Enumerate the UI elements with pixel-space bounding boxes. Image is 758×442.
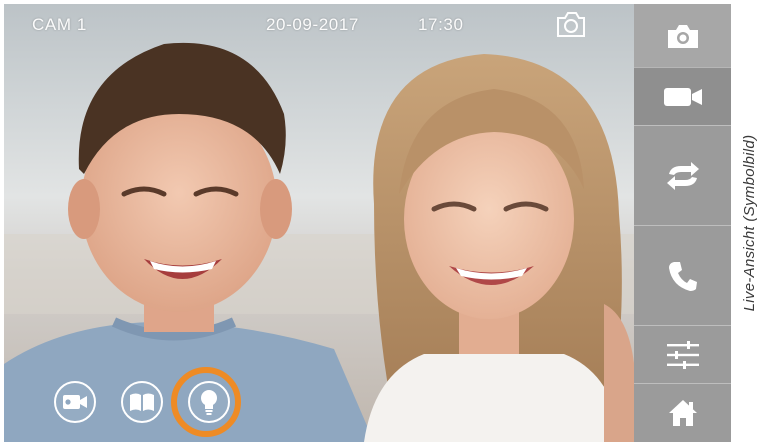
switch-camera-button[interactable]: [634, 125, 731, 225]
camera-icon: [667, 24, 698, 48]
book-icon: [130, 393, 154, 411]
video-camera-button[interactable]: [54, 381, 96, 423]
phone-icon: [668, 261, 697, 291]
take-photo-button[interactable]: [634, 4, 731, 67]
info-bar: CAM 1 20-09-2017 17:30: [4, 4, 634, 44]
home-button[interactable]: [634, 383, 731, 442]
live-video-image: [4, 42, 634, 442]
camera-live-view: CAM 1 20-09-2017 17:30: [4, 4, 634, 442]
settings-button[interactable]: [634, 325, 731, 383]
image-caption: Live-Ansicht (Symbolbild): [741, 134, 758, 312]
record-video-button[interactable]: [634, 67, 731, 125]
call-button[interactable]: [634, 225, 731, 325]
light-button[interactable]: [188, 381, 230, 423]
light-bulb-icon: [201, 390, 217, 415]
video-icon: [663, 87, 702, 106]
home-icon: [668, 400, 697, 426]
sliders-icon: [666, 340, 699, 369]
time-label: 17:30: [418, 15, 464, 34]
video-camera-icon: [63, 395, 87, 409]
snapshot-camera-icon[interactable]: [555, 9, 587, 39]
address-book-button[interactable]: [121, 381, 163, 423]
camera-label: CAM 1: [32, 15, 87, 34]
switch-arrows-icon: [666, 161, 699, 190]
date-label: 20-09-2017: [266, 15, 359, 34]
control-sidebar: [634, 4, 731, 442]
